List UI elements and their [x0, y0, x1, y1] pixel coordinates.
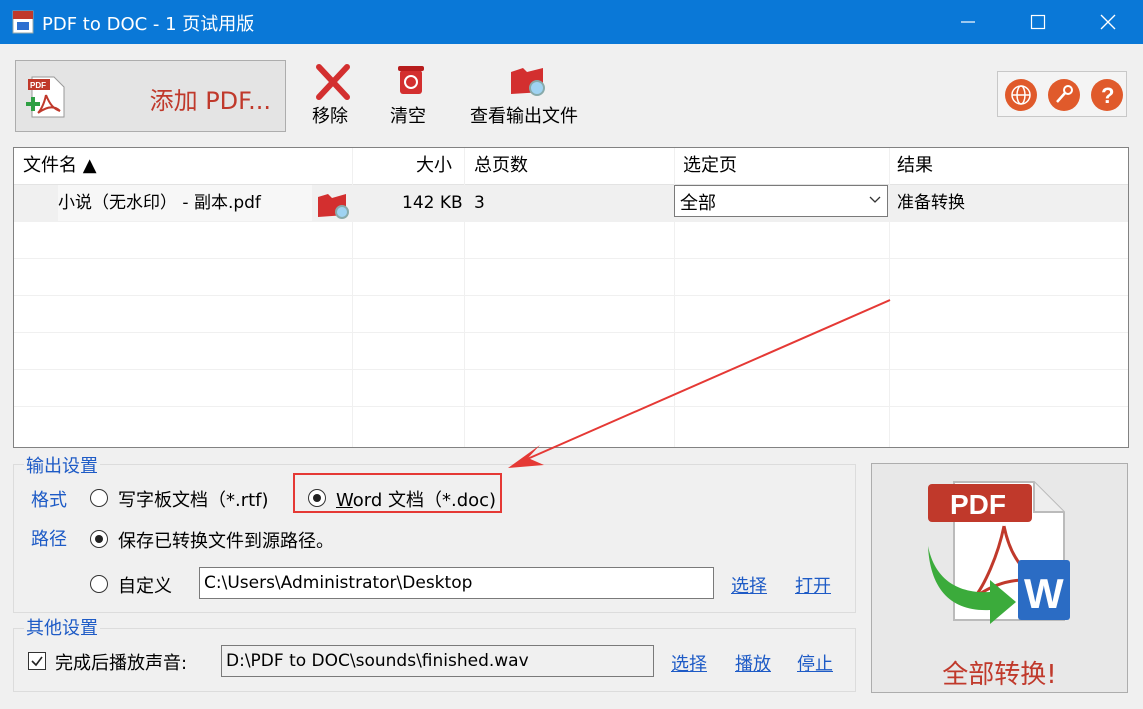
add-pdf-icon: PDF: [26, 76, 65, 118]
folder-search-icon[interactable]: [316, 191, 352, 221]
recycle-bin-icon: [398, 66, 424, 94]
other-settings-title: 其他设置: [24, 614, 100, 640]
svg-text:W: W: [1024, 570, 1064, 617]
close-icon: [1100, 14, 1116, 30]
row-divider: [14, 332, 1128, 333]
format-rtf-label[interactable]: 写字板文档（*.rtf): [118, 486, 269, 512]
select-sound-link[interactable]: 选择: [671, 650, 707, 676]
title-bar: PDF to DOC - 1 页试用版: [0, 0, 1143, 44]
minimize-button[interactable]: [933, 0, 1003, 44]
path-custom-radio[interactable]: [90, 575, 108, 593]
help-button[interactable]: ?: [1088, 76, 1126, 114]
path-custom-label[interactable]: 自定义: [118, 572, 172, 598]
result-cell: 准备转换: [897, 193, 965, 213]
convert-all-label: 全部转换!: [942, 660, 1057, 690]
close-button[interactable]: [1073, 0, 1143, 44]
app-icon: [12, 10, 34, 34]
path-source-label[interactable]: 保存已转换文件到源路径。: [118, 527, 334, 553]
column-divider: [889, 148, 890, 447]
stop-sound-link[interactable]: 停止: [797, 650, 833, 676]
row-divider: [14, 406, 1128, 407]
file-name-cell[interactable]: 小说（无水印） - 副本.pdf: [58, 185, 312, 221]
svg-text:PDF: PDF: [950, 489, 1006, 520]
maximize-icon: [1030, 14, 1046, 30]
remove-icon: [316, 64, 350, 100]
column-header-result[interactable]: 结果: [897, 148, 933, 184]
checkmark-icon: [31, 656, 43, 667]
row-divider: [14, 258, 1128, 259]
pdf-to-word-icon: PDF W: [928, 481, 1070, 624]
format-doc-radio[interactable]: [308, 489, 326, 507]
toolbar-right-group: ?: [997, 71, 1127, 117]
path-label: 路径: [31, 529, 67, 550]
format-doc-label[interactable]: Word 文档（*.doc): [336, 486, 496, 512]
add-pdf-label: 添加 PDF...: [149, 87, 271, 115]
svg-text:?: ?: [1101, 83, 1114, 108]
row-divider: [14, 221, 1128, 222]
remove-label: 移除: [312, 106, 348, 127]
select-path-link[interactable]: 选择: [731, 572, 767, 598]
row-divider: [14, 369, 1128, 370]
website-button[interactable]: [1002, 76, 1040, 114]
clear-label: 清空: [390, 106, 426, 127]
output-settings-title: 输出设置: [24, 452, 100, 478]
file-pages-cell: 3: [474, 193, 485, 213]
column-header-size[interactable]: 大小: [416, 148, 452, 184]
chevron-down-icon: [869, 196, 881, 203]
folder-search-icon: [511, 68, 545, 96]
format-doc-text: ord 文档（*.doc): [352, 490, 497, 511]
window-title: PDF to DOC - 1 页试用版: [42, 14, 255, 35]
play-sound-label[interactable]: 完成后播放声音:: [55, 649, 187, 675]
custom-path-input[interactable]: C:\Users\Administrator\Desktop: [199, 567, 714, 599]
column-divider: [464, 148, 465, 447]
file-list[interactable]: 文件名 ▲ 大小 总页数 选定页 结果 小说（无水印） - 副本.pdf 142…: [13, 147, 1129, 448]
convert-all-button[interactable]: PDF W 全部转换!: [871, 463, 1128, 693]
path-source-radio[interactable]: [90, 530, 108, 548]
file-size-cell: 142 KB: [402, 193, 463, 213]
add-pdf-button[interactable]: PDF 添加 PDF...: [15, 60, 286, 132]
column-divider: [352, 148, 353, 447]
register-button[interactable]: [1045, 76, 1083, 114]
format-rtf-radio[interactable]: [90, 489, 108, 507]
selected-pages-value: 全部: [680, 193, 716, 214]
play-sound-checkbox[interactable]: [28, 652, 46, 670]
open-path-link[interactable]: 打开: [795, 572, 831, 598]
column-header-pages[interactable]: 总页数: [474, 148, 528, 184]
selected-pages-select[interactable]: 全部: [674, 185, 888, 217]
column-header-selected-pages[interactable]: 选定页: [683, 148, 737, 184]
sound-path-input[interactable]: D:\PDF to DOC\sounds\finished.wav: [221, 645, 654, 677]
svg-text:PDF: PDF: [30, 81, 46, 90]
globe-icon: [1005, 79, 1037, 111]
minimize-icon: [961, 21, 975, 23]
row-divider: [14, 295, 1128, 296]
format-doc-mnemonic: W: [336, 490, 353, 511]
key-icon: [1048, 79, 1080, 111]
maximize-button[interactable]: [1003, 0, 1073, 44]
view-output-label: 查看输出文件: [470, 106, 578, 127]
column-header-name[interactable]: 文件名 ▲: [23, 148, 97, 184]
help-icon: ?: [1091, 79, 1123, 111]
format-label: 格式: [31, 490, 67, 511]
play-sound-link[interactable]: 播放: [735, 650, 771, 676]
